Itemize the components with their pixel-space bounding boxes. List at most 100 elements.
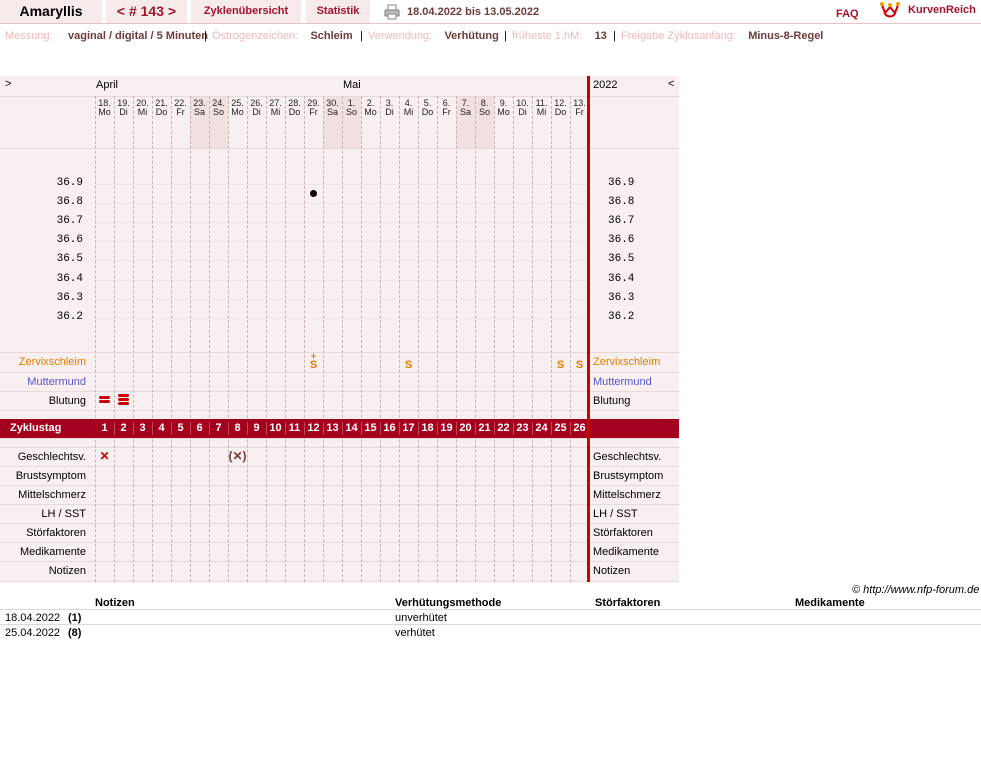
- cycle-day-separator: [133, 422, 134, 435]
- row-label-medi-right: Medikamente: [593, 546, 660, 558]
- temp-tick-label-right: 36.7: [608, 215, 635, 228]
- brand-name[interactable]: KurvenReich: [908, 4, 976, 16]
- info-release: Freigabe Zyklusanfang: Minus-8-Regel: [621, 30, 823, 42]
- day-header-weekday: Sa: [459, 107, 471, 117]
- info-label: Freigabe Zyklusanfang:: [621, 30, 736, 42]
- cycle-day-separator: [513, 422, 514, 435]
- temp-tick-label-right: 36.3: [608, 291, 635, 304]
- notes-header-stoer: Störfaktoren: [595, 597, 661, 609]
- cycle-day-number: 19: [440, 422, 453, 434]
- day-column-separator: [285, 96, 286, 582]
- cycle-day-number: 14: [345, 422, 358, 434]
- info-value: Verhütung: [444, 30, 499, 42]
- day-column-separator: [361, 96, 362, 582]
- temp-tick-label: 36.3: [56, 291, 83, 304]
- info-separator: |: [504, 30, 507, 42]
- row-label-notizen: Notizen: [48, 565, 86, 577]
- info-label: früheste 1.hM:: [512, 30, 583, 42]
- row-label-lh-right: LH / SST: [593, 508, 638, 520]
- info-label: Verwendung:: [368, 30, 433, 42]
- cycle-day-separator: [494, 422, 495, 435]
- day-column-separator: [399, 96, 400, 582]
- cycle-day-number: 21: [478, 422, 491, 434]
- cycle-day-number: 8: [234, 422, 241, 434]
- day-header-weekday: Di: [119, 107, 128, 117]
- day-column-separator: [513, 96, 514, 582]
- faq-link[interactable]: FAQ: [836, 8, 859, 20]
- year-label: 2022: [593, 79, 618, 91]
- day-column-separator: [228, 96, 229, 582]
- printer-icon[interactable]: [384, 4, 400, 20]
- cycle-day-number: 20: [459, 422, 472, 434]
- cycle-name-tab[interactable]: Amaryllis: [0, 0, 102, 23]
- row-label-muttermund: Muttermund: [27, 376, 86, 388]
- day-header-weekday: Do: [421, 107, 434, 117]
- day-column-separator: [209, 96, 210, 582]
- tab-statistics-label: Statistik: [316, 5, 360, 17]
- temp-tick-label-right: 36.9: [608, 177, 635, 189]
- day-column-separator: [95, 96, 96, 582]
- cycle-day-number: 18: [421, 422, 434, 434]
- day-column-separator: [437, 96, 438, 582]
- row-line: [0, 581, 679, 582]
- intercourse-mark: (✕): [228, 449, 247, 463]
- nav-prev-button[interactable]: <: [668, 78, 674, 90]
- zervix-mark: S: [309, 359, 318, 371]
- day-header-weekday: Do: [288, 107, 301, 117]
- cycle-name: Amaryllis: [19, 3, 83, 19]
- day-column-separator: [418, 96, 419, 582]
- day-header-weekday: Mo: [231, 107, 244, 117]
- cycle-day-number: 25: [554, 422, 567, 434]
- cycle-day-number: 4: [158, 422, 165, 434]
- cycle-day-separator: [152, 422, 153, 435]
- bleeding-bar: [99, 396, 110, 399]
- info-label: Messung:: [5, 30, 53, 42]
- info-label: Östrogenzeichen:: [212, 30, 299, 42]
- row-line: [0, 447, 679, 448]
- bleeding-bar: [118, 402, 129, 405]
- info-value: vaginal / digital / 5 Minuten: [67, 30, 208, 42]
- cycle-day-separator: [361, 422, 362, 435]
- month-label-april: April: [96, 79, 119, 91]
- day-header-weekday: Do: [554, 107, 567, 117]
- cycle-day-number: 5: [177, 422, 184, 434]
- cycle-day-separator: [570, 422, 571, 435]
- temp-tick-label: 36.9: [56, 177, 83, 189]
- row-line: [0, 410, 679, 411]
- cycle-day-number: 23: [516, 422, 529, 434]
- cycle-day-separator: [475, 422, 476, 435]
- cycle-day-number: 16: [383, 422, 396, 434]
- cycle-day-separator: [171, 422, 172, 435]
- day-header-weekday: Mi: [137, 107, 148, 117]
- temp-tick-label-right: 36.4: [608, 272, 635, 285]
- cycle-day-label: Zyklustag: [10, 422, 62, 434]
- tab-overview[interactable]: Zyklenübersicht: [191, 0, 301, 23]
- temp-tick-label-right: 36.2: [608, 310, 635, 323]
- cycle-day-separator: [418, 422, 419, 435]
- row-label-blutung: Blutung: [48, 395, 86, 407]
- row-line: [0, 372, 679, 373]
- day-header-weekday: Fr: [176, 107, 185, 117]
- day-column-separator: [152, 96, 153, 582]
- cycle-day-number: 15: [364, 422, 377, 434]
- chart-background: [0, 76, 679, 582]
- row-label-muttermund-right: Muttermund: [593, 376, 652, 388]
- cycle-day-number: 2: [120, 422, 127, 434]
- day-column-separator: [304, 96, 305, 582]
- bleeding-bar: [118, 394, 129, 397]
- row-line: [0, 504, 679, 505]
- header-divider: [0, 23, 981, 24]
- cycle-day-number: 12: [307, 422, 320, 434]
- tab-statistics[interactable]: Statistik: [306, 0, 370, 23]
- info-value: Schleim: [310, 30, 353, 42]
- cycle-day-separator: [551, 422, 552, 435]
- date-range: 18.04.2022 bis 13.05.2022: [407, 6, 540, 18]
- row-label-geschlecht-right: Geschlechtsv.: [593, 451, 662, 463]
- brand-logo-icon[interactable]: [880, 1, 900, 19]
- cycle-nav[interactable]: < # 143 >: [106, 0, 187, 23]
- cycle-day-number: 24: [535, 422, 548, 434]
- cycle-day-separator: [190, 422, 191, 435]
- nav-next-button[interactable]: >: [5, 78, 11, 90]
- cycle-day-number: 13: [326, 422, 339, 434]
- today-marker-line: [587, 76, 590, 582]
